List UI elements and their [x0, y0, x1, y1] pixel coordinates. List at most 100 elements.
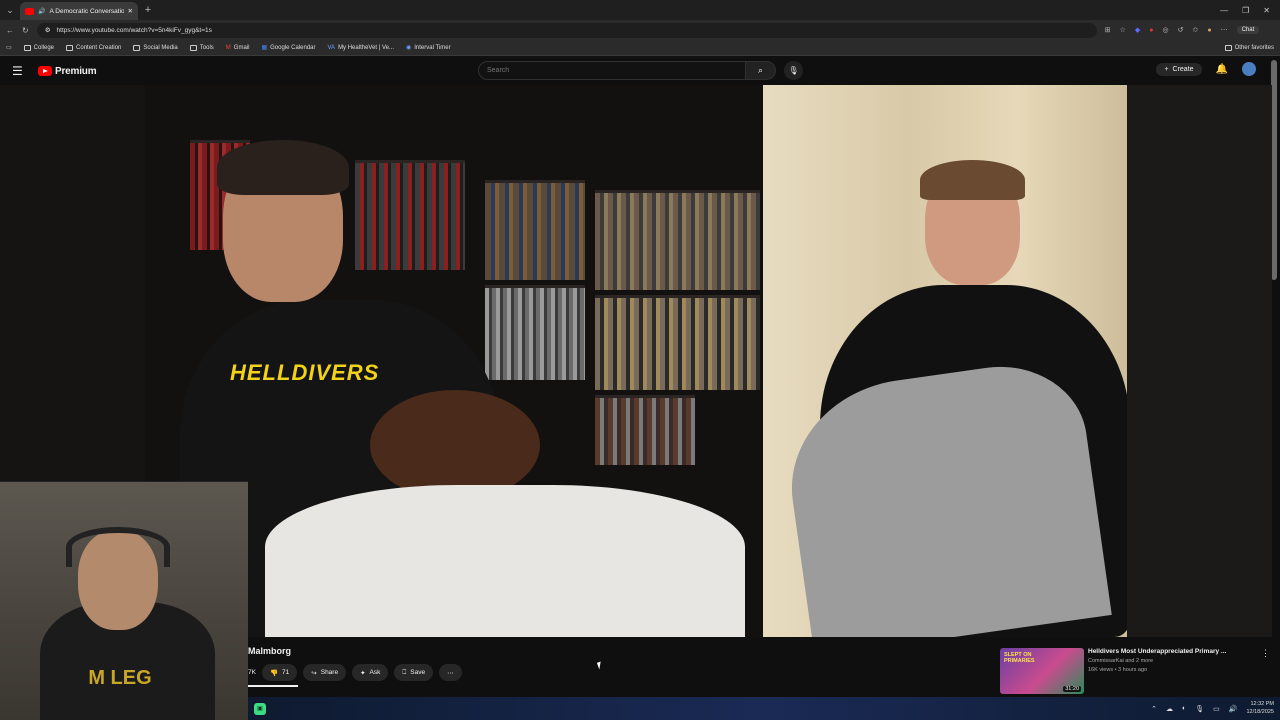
kebab-menu-icon[interactable]: ⋮ — [1261, 648, 1270, 696]
notifications-bell-icon[interactable]: 🔔 — [1216, 64, 1228, 75]
more-menu-icon[interactable]: ⋯ — [1221, 26, 1228, 34]
save-button[interactable]: ⎕ Save — [394, 664, 434, 681]
recommended-stats: 16K views • 3 hours ago — [1088, 667, 1148, 673]
search-input[interactable] — [478, 61, 746, 80]
ask-button[interactable]: ✦ Ask — [352, 664, 389, 681]
other-favorites[interactable]: Other favorites — [1224, 44, 1274, 51]
network-icon[interactable]: ▭ — [1213, 705, 1220, 713]
header-actions: + Create 🔔 — [1156, 62, 1256, 76]
timer-icon: ◉ — [405, 45, 412, 51]
account-avatar[interactable] — [1242, 62, 1256, 76]
reading-view-icon[interactable]: ▭ — [6, 44, 12, 51]
bookmark-healthevet[interactable]: VA My HealtheVet | Ve... — [328, 45, 394, 51]
microphone-icon: 🎙 — [788, 66, 799, 75]
tray-app-icon[interactable]: ◐ — [1182, 705, 1186, 712]
thumbnail-text: SLEPT ON PRIMARIES — [1004, 652, 1035, 665]
tab-search-icon[interactable]: ⌄ — [0, 0, 20, 20]
gmail-icon: M — [225, 44, 231, 51]
reload-icon[interactable]: ↻ — [22, 26, 29, 35]
bookmark-label: College — [33, 44, 55, 51]
plus-icon: + — [1164, 65, 1169, 73]
recommended-title[interactable]: Helldivers Most Underappreciated Primary… — [1088, 648, 1257, 656]
address-toolbar: ← ↻ ⚙ https://www.youtube.com/watch?v=5n… — [0, 20, 1280, 40]
star-bookmark-icon[interactable]: ☆ — [1120, 26, 1126, 34]
audio-icon[interactable]: 🔊 — [38, 8, 45, 15]
tab-title: A Democratic Conversation w — [49, 7, 124, 15]
folder-icon — [133, 44, 141, 51]
extension-red-icon[interactable]: ● — [1149, 27, 1153, 34]
extension-blue-icon[interactable]: ◆ — [1135, 26, 1140, 34]
restore-icon[interactable]: ❐ — [1242, 6, 1249, 15]
bookmark-gmail[interactable]: M Gmail — [226, 45, 250, 51]
helldivers-shirt-logo: HELLDIVERS — [230, 360, 380, 385]
video-info-bar: Malmborg 7K 👎 71 ↪ Share ✦ Ask ⎕ Save ⋯ SLEP… — [248, 637, 1272, 697]
youtube-premium-logo[interactable]: Premium — [38, 65, 97, 77]
extensions-area: ⊞ ☆ ◆ ● ◎ ↺ ✩ ● ⋯ Chat — [1105, 26, 1260, 34]
recommended-thumbnail[interactable]: SLEPT ON PRIMARIES 31:20 — [1000, 648, 1084, 694]
bookmark-college[interactable]: College — [23, 44, 55, 51]
refresh-extension-icon[interactable]: ↺ — [1178, 26, 1184, 34]
create-button[interactable]: + Create — [1156, 62, 1202, 76]
favorites-icon[interactable]: ✩ — [1192, 26, 1198, 34]
bookmark-label: Interval Timer — [414, 44, 451, 51]
recommended-channel[interactable]: CommissarKai and 2 more — [1088, 658, 1257, 665]
profile-icon[interactable]: ● — [1207, 27, 1211, 34]
bookmark-interval-timer[interactable]: ◉ Interval Timer — [405, 44, 451, 52]
video-letterbox-right — [1127, 85, 1272, 637]
search-bar: ⌕ 🎙 — [478, 61, 803, 80]
new-tab-button[interactable]: + — [138, 4, 158, 16]
bookmarks-bar: ▭ College Content Creation Social Media … — [0, 40, 1280, 56]
bookmark-tools[interactable]: Tools — [189, 44, 214, 51]
bookmark-google-calendar[interactable]: ▦ Google Calendar — [261, 44, 315, 52]
cloud-icon[interactable]: ☁ — [1166, 705, 1173, 713]
share-icon: ↪ — [311, 669, 317, 677]
folder-icon — [189, 44, 197, 51]
bookmark-icon: ⎕ — [402, 668, 407, 676]
bookmark-label: Social Media — [143, 44, 178, 51]
install-app-icon[interactable]: ⊞ — [1105, 26, 1111, 34]
url-field[interactable]: ⚙ https://www.youtube.com/watch?v=5n4kiF… — [36, 22, 1097, 38]
streamer-shirt-logo: M LEG — [88, 667, 152, 689]
site-info-icon[interactable]: ⚙ — [45, 26, 51, 34]
share-button[interactable]: ↪ Share — [303, 664, 347, 681]
mic-tray-icon[interactable]: 🎙 — [1195, 705, 1204, 713]
ask-label: Ask — [369, 669, 381, 676]
bookmark-label: Tools — [199, 44, 214, 51]
voice-search-button[interactable]: 🎙 — [784, 61, 803, 80]
logo-text: Premium — [55, 65, 97, 77]
youtube-play-icon — [38, 66, 52, 76]
recommended-meta: Helldivers Most Underappreciated Primary… — [1088, 648, 1257, 696]
hamburger-menu-icon[interactable]: ☰ — [12, 64, 32, 78]
sparkle-icon: ✦ — [360, 669, 366, 677]
volume-icon[interactable]: 🔊 — [1229, 705, 1238, 713]
video-frame: HELLDIVERS — [145, 85, 1127, 637]
clock[interactable]: 12:32 PM 12/18/2025 — [1246, 701, 1274, 715]
bookmark-social-media[interactable]: Social Media — [133, 44, 178, 51]
video-duration: 31:20 — [1063, 686, 1081, 692]
close-window-icon[interactable]: ✕ — [1263, 6, 1270, 15]
url-text: https://www.youtube.com/watch?v=5n4kiFv_… — [56, 26, 212, 34]
like-count[interactable]: 7K — [248, 669, 256, 676]
taskbar-app-icon[interactable]: ▣ — [254, 702, 266, 715]
books-row — [595, 395, 695, 465]
right-speaker-hair — [920, 160, 1025, 200]
minimize-icon[interactable]: — — [1220, 6, 1228, 15]
copilot-chat-button[interactable]: Chat — [1236, 26, 1260, 34]
search-icon: ⌕ — [757, 65, 764, 75]
dislike-button[interactable]: 👎 71 — [261, 664, 298, 681]
video-actions: 7K 👎 71 ↪ Share ✦ Ask ⎕ Save ⋯ — [248, 664, 462, 681]
chevron-up-icon[interactable]: ⌃ — [1151, 705, 1157, 713]
books-row — [485, 285, 585, 380]
dog — [370, 390, 540, 500]
window-controls: — ❐ ✕ — [1220, 0, 1276, 20]
back-icon[interactable]: ← — [6, 26, 14, 35]
search-button[interactable]: ⌕ — [746, 61, 776, 80]
close-tab-icon[interactable]: ✕ — [128, 7, 133, 15]
extension-gray-icon[interactable]: ◎ — [1162, 26, 1168, 34]
calendar-icon: ▦ — [261, 45, 268, 51]
recommended-video[interactable]: SLEPT ON PRIMARIES 31:20 Helldivers Most… — [1000, 648, 1270, 696]
bookmark-content-creation[interactable]: Content Creation — [66, 44, 121, 51]
more-actions-button[interactable]: ⋯ — [439, 664, 462, 681]
browser-tab-active[interactable]: 🔊 A Democratic Conversation w ✕ — [20, 2, 138, 20]
youtube-header: ☰ Premium ⌕ 🎙 +Create 🔔 — [0, 57, 1280, 85]
